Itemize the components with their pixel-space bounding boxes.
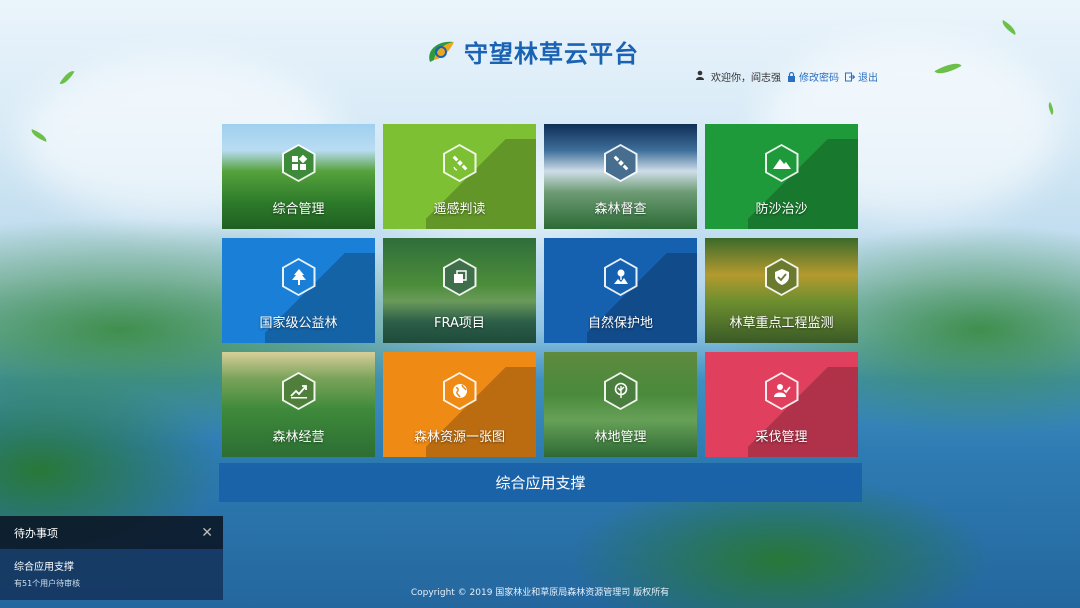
hex-badge	[764, 258, 799, 296]
tile-forest-management[interactable]: 森林经营	[222, 352, 375, 457]
hex-badge	[603, 372, 638, 410]
tile-logging-management[interactable]: 采伐管理	[705, 352, 858, 457]
todo-title: 待办事项	[14, 526, 58, 540]
welcome-text: 欢迎你，阎志强	[711, 73, 781, 84]
tile-label: 森林经营	[272, 430, 325, 445]
logo-icon	[429, 41, 454, 62]
tile-label: 遥感判读	[433, 202, 486, 217]
tile-forest-inspection[interactable]: 森林督查	[544, 124, 697, 229]
shield-check-icon	[774, 269, 789, 285]
tile-label: 国家级公益林	[259, 316, 338, 331]
leaf-decoration	[999, 19, 1019, 36]
tile-forest-land-management[interactable]: 林地管理	[544, 352, 697, 457]
logout-link[interactable]: 退出	[845, 69, 878, 84]
tile-forest-resource-map[interactable]: 森林资源一张图	[383, 352, 536, 457]
chart-up-icon	[289, 385, 307, 399]
change-password-label: 修改密码	[799, 73, 839, 84]
user-icon	[695, 70, 705, 83]
logout-icon	[845, 72, 855, 81]
tile-nature-reserve[interactable]: 自然保护地	[544, 238, 697, 343]
satellite-icon	[613, 155, 628, 171]
logout-label: 退出	[858, 73, 878, 84]
user-check-icon	[773, 384, 791, 397]
footer-copyright: Copyright © 2019 国家林业和草原局森林资源管理司 版权所有	[410, 588, 670, 598]
app-title: 守望林草云平台	[464, 40, 639, 68]
lock-icon	[788, 71, 795, 82]
tile-label: 林草重点工程监测	[729, 316, 834, 331]
tile-label: 森林督查	[594, 202, 647, 217]
tile-label: 防沙治沙	[755, 202, 808, 217]
tile-label: 综合管理	[272, 202, 325, 217]
hex-badge	[442, 258, 477, 296]
round-tree-icon	[614, 382, 627, 398]
tile-public-welfare-forest[interactable]: 国家级公益林	[222, 238, 375, 343]
close-icon[interactable]: ✕	[201, 525, 213, 541]
todo-header: 待办事项 ✕	[0, 516, 223, 549]
tile-key-project-monitoring[interactable]: 林草重点工程监测	[705, 238, 858, 343]
tile-label: FRA项目	[434, 316, 485, 331]
hex-badge	[603, 144, 638, 182]
tree-icon	[291, 269, 306, 285]
dune-icon	[772, 159, 791, 169]
hex-badge	[281, 372, 316, 410]
reserve-icon	[613, 269, 628, 284]
tile-remote-sensing[interactable]: 遥感判读	[383, 124, 536, 229]
tile-label: 森林资源一张图	[413, 430, 505, 445]
tile-desertification-control[interactable]: 防沙治沙	[705, 124, 858, 229]
copy-icon	[453, 270, 467, 283]
tile-label: 采伐管理	[755, 430, 808, 445]
tile-label: 林地管理	[594, 430, 647, 445]
grid-icon	[291, 154, 307, 170]
module-grid: 综合管理 遥感判读 森林督查 防沙治沙 国家级公益林 FRA项目 自然保护地 林…	[222, 124, 858, 457]
todo-item-title[interactable]: 综合应用支撑	[14, 558, 209, 573]
globe-icon	[452, 384, 467, 398]
tile-fra-project[interactable]: FRA项目	[383, 238, 536, 343]
hex-badge	[281, 144, 316, 182]
user-bar: 欢迎你，阎志强 修改密码 退出	[695, 69, 878, 84]
brand: 守望林草云平台	[424, 34, 639, 69]
integrated-support-button[interactable]: 综合应用支撑	[219, 463, 862, 502]
satellite-icon	[452, 155, 467, 171]
tile-comprehensive-management[interactable]: 综合管理	[222, 124, 375, 229]
change-password-link[interactable]: 修改密码	[787, 69, 839, 84]
tile-label: 自然保护地	[587, 316, 653, 331]
